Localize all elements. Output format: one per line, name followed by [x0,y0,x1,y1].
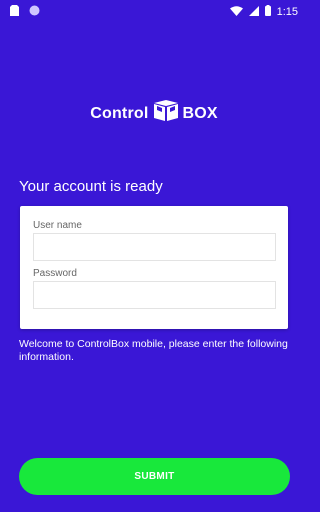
signal-icon [248,5,259,19]
logo-word-box: BOX [182,104,218,122]
password-field[interactable] [33,281,276,309]
username-label: User name [33,220,82,231]
status-time: 1:15 [276,6,298,18]
logo-word-control: Control [90,104,149,122]
account-ready-title: Your account is ready [19,178,163,195]
password-label: Password [33,268,77,279]
record-circle-icon [29,5,40,19]
wifi-icon [229,5,243,19]
battery-icon [264,5,271,19]
status-left [10,5,40,19]
box-logo-icon [153,100,179,127]
login-form-card: User name Password [20,206,288,329]
status-right: 1:15 [229,5,298,19]
status-bar: 1:15 [0,0,308,24]
welcome-message: Welcome to ControlBox mobile, please ent… [19,338,288,363]
submit-button[interactable]: SUBMIT [19,458,290,495]
controlbox-logo: Control BOX [0,100,308,127]
username-field[interactable] [33,233,276,261]
sim-card-icon [10,5,19,19]
